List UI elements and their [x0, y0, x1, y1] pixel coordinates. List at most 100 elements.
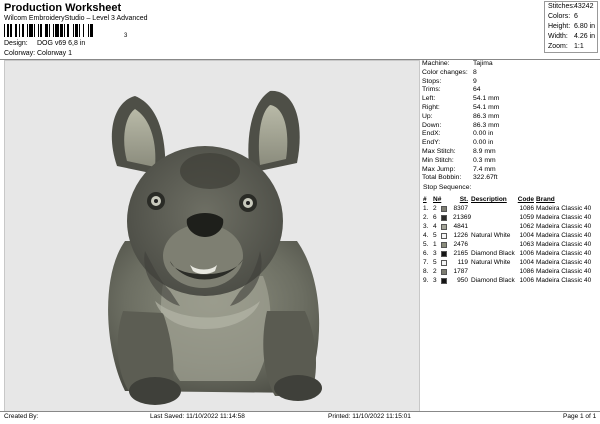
needle-number: 5 [433, 259, 437, 266]
row-number: 4. [423, 232, 429, 239]
row-number: 2. [423, 214, 429, 221]
colorway-label: Colorway: [4, 50, 36, 57]
info-value: 86.3 mm [473, 112, 500, 120]
info-value: 64 [473, 86, 481, 94]
colorway-value: Colorway 1 [37, 50, 73, 57]
thread-color-swatch [441, 241, 447, 248]
info-row: Max Jump: 7.4 mm [422, 166, 598, 175]
info-label: Down: [422, 121, 442, 129]
info-row: Up: 86.3 mm [422, 113, 598, 122]
row-number: 8. [423, 268, 429, 275]
needle-number: 1 [433, 241, 437, 248]
stop-sequence-row: 2. 6 21369 1059 Madeira Classic 40 [423, 213, 599, 222]
thread-description [469, 240, 517, 249]
summary-label: Width: [548, 33, 568, 40]
info-value: 0.00 in [473, 130, 494, 138]
color-swatch [441, 258, 453, 267]
info-label: Stops: [422, 77, 442, 85]
thread-code: 1063 [519, 241, 534, 248]
info-row: Stops: 9 [422, 78, 598, 87]
col-description: Description [471, 196, 507, 203]
info-label: EndY: [422, 139, 441, 147]
stop-sequence-row: 7. 5 119 Natural White 1004 Madeira Classic 4… [423, 258, 599, 267]
info-label: Total Bobbin: [422, 174, 462, 182]
printed-date: Printed: 11/10/2022 11:15:01 [328, 413, 411, 420]
stitch-count: 4841 [453, 223, 468, 230]
thread-description [469, 267, 517, 276]
info-value: 8.9 mm [473, 147, 496, 155]
info-row: Trims: 64 [422, 86, 598, 95]
last-saved: Last Saved: 11/10/2022 11:14:58 [150, 413, 245, 420]
thread-description: Diamond Black [471, 250, 515, 257]
info-label: Trims: [422, 86, 441, 94]
info-value: 322.67ft [473, 174, 498, 182]
thread-brand: Madeira Classic 40 [536, 250, 592, 257]
info-label: Max Stitch: [422, 147, 456, 155]
info-value: 8 [473, 68, 477, 76]
needle-number: 4 [433, 223, 437, 230]
stitch-count: 950 [457, 277, 468, 284]
stitch-count: 1787 [453, 268, 468, 275]
stop-sequence-title: Stop Sequence: [423, 184, 472, 191]
info-value: 7.4 mm [473, 165, 496, 173]
stop-sequence-table: # N# St. Description Code Brand 1. 2 8307 1… [423, 195, 599, 285]
barcode-suffix: 3 [124, 33, 128, 39]
needle-number: 2 [433, 268, 437, 275]
stop-sequence-row: 9. 3 950 Diamond Black 1006 Madeira Classic 4… [423, 276, 599, 285]
barcode [4, 24, 124, 37]
info-row: EndX: 0.00 in [422, 130, 598, 139]
summary-label: Stitches: [548, 3, 575, 10]
thread-brand: Madeira Classic 40 [536, 268, 592, 275]
color-swatch [441, 204, 453, 213]
summary-value: 1:1 [574, 43, 584, 50]
info-label: Right: [422, 103, 440, 111]
thread-code: 1086 [519, 268, 534, 275]
thread-color-swatch [441, 223, 447, 230]
thread-code: 1006 [519, 250, 534, 257]
summary-label: Colors: [548, 13, 571, 20]
thread-description: Natural White [471, 259, 511, 266]
summary-row: Width: 4.26 in [545, 32, 597, 42]
needle-number: 3 [433, 250, 437, 257]
colorway-line: Colorway: Colorway 1 [4, 50, 72, 57]
thread-brand: Madeira Classic 40 [536, 241, 592, 248]
summary-value: 4.26 in [574, 33, 596, 40]
thread-brand: Madeira Classic 40 [536, 214, 592, 221]
color-swatch [441, 249, 453, 258]
col-num: # [423, 196, 427, 203]
stitch-count: 8307 [453, 205, 468, 212]
summary-box: Stitches: 43242 Colors: 6 Height: 6.80 in W… [544, 1, 598, 53]
col-swatch [441, 195, 453, 204]
stitch-count: 21369 [453, 214, 472, 221]
created-by: Created By: [4, 413, 39, 420]
info-value: 9 [473, 77, 477, 85]
summary-row: Zoom: 1:1 [545, 42, 597, 52]
info-label: Min Stitch: [422, 156, 454, 164]
thread-color-swatch [441, 259, 447, 266]
summary-row: Stitches: 43242 [545, 2, 597, 12]
info-row: Color changes: 8 [422, 69, 598, 78]
color-swatch [441, 213, 453, 222]
color-swatch [441, 231, 453, 240]
info-row: Down: 86.3 mm [422, 122, 598, 131]
design-preview [4, 60, 420, 412]
stitch-count: 119 [457, 259, 468, 266]
row-number: 7. [423, 259, 429, 266]
needle-number: 2 [433, 205, 437, 212]
row-number: 3. [423, 223, 429, 230]
thread-brand: Madeira Classic 40 [536, 259, 592, 266]
info-value: 54.1 mm [473, 103, 500, 111]
thread-description: Diamond Black [471, 277, 515, 284]
col-needle: N# [433, 196, 442, 203]
software-subtitle: Wilcom EmbroideryStudio – Level 3 Advanc… [4, 15, 148, 22]
thread-description [469, 213, 517, 222]
color-swatch [441, 267, 453, 276]
design-value: DOG v69 6,8 in [37, 40, 86, 47]
thread-code: 1004 [519, 259, 534, 266]
stop-sequence-row: 5. 1 2476 1063 Madeira Classic 40 [423, 240, 599, 249]
row-number: 5. [423, 241, 429, 248]
thread-brand: Madeira Classic 40 [536, 232, 592, 239]
bulldog-embroidery-image [108, 90, 322, 405]
worksheet-title: Production Worksheet [4, 2, 122, 14]
row-number: 9. [423, 277, 429, 284]
